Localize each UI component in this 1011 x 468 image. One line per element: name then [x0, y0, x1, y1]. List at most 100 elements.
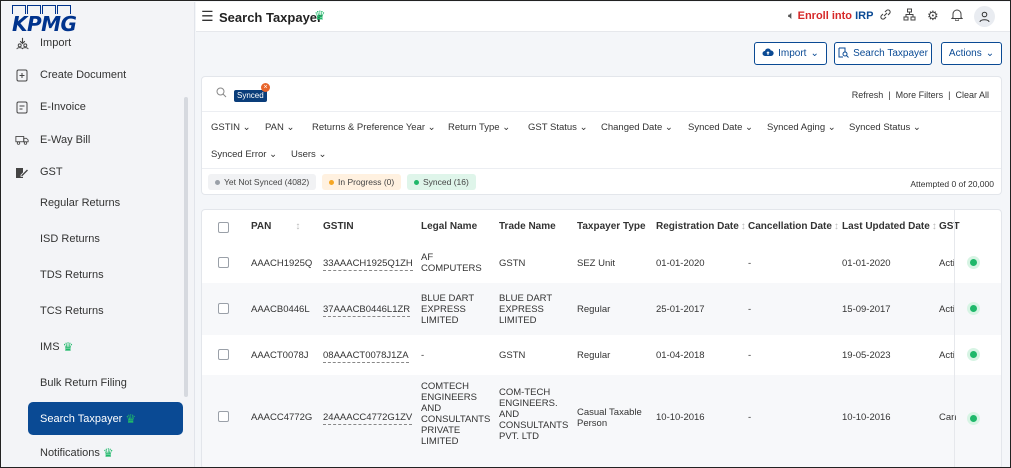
- gstin-link[interactable]: 24AAACC4772G1ZV: [323, 412, 413, 425]
- cell-pan: AAACH1925Q: [251, 258, 313, 269]
- sidebar-item-e-way-bill[interactable]: E-Way Bill: [2, 125, 187, 155]
- filter-pan[interactable]: PAN ⌄: [265, 122, 294, 133]
- column-header-cancellation-date[interactable]: Cancellation Date ↕: [748, 221, 839, 232]
- select-all-checkbox[interactable]: [218, 222, 229, 233]
- gstin-link[interactable]: 37AAACB0446L1ZR: [323, 304, 411, 317]
- quick-links: Refresh | More Filters | Clear All: [851, 90, 989, 100]
- sidebar-sub-item-tds-returns[interactable]: TDS Returns: [40, 260, 104, 290]
- search-taxpayer-button[interactable]: Search Taxpayer: [834, 42, 932, 65]
- status-dot: [414, 179, 419, 185]
- top-bar: ☰ Search Taxpayer ♛ 🔈︎ Enroll into IRP ⚙︎: [196, 2, 1010, 32]
- sort-icon[interactable]: ↕: [741, 221, 746, 232]
- filter-gstin[interactable]: GSTIN ⌄: [211, 122, 251, 133]
- cell-pan: AAACB0446L: [251, 304, 310, 315]
- sidebar-item-label: E-Way Bill: [40, 134, 91, 146]
- column-header-gstin[interactable]: GSTIN: [323, 221, 354, 232]
- row-checkbox[interactable]: [218, 257, 229, 268]
- sub-item-label: Notifications: [40, 447, 100, 459]
- search-taxpayer-button-label: Search Taxpayer: [853, 48, 928, 59]
- more-filters-link[interactable]: More Filters: [896, 90, 944, 100]
- sub-item-label: TCS Returns: [40, 305, 104, 317]
- filter-synced-date[interactable]: Synced Date ⌄: [688, 122, 753, 133]
- column-header-taxpayer-type[interactable]: Taxpayer Type: [577, 221, 646, 232]
- row-checkbox[interactable]: [218, 349, 229, 360]
- filter-synced-aging[interactable]: Synced Aging ⌄: [767, 122, 836, 133]
- filter-synced-status[interactable]: Synced Status ⌄: [849, 122, 921, 133]
- sidebar-sub-item-bulk-return-filing[interactable]: Bulk Return Filing: [40, 368, 127, 398]
- hamburger-menu-icon[interactable]: ☰: [201, 8, 214, 25]
- filter-users[interactable]: Users ⌄: [291, 149, 326, 160]
- cell-last-updated-date: 10-10-2016: [842, 412, 891, 423]
- divider: [202, 111, 1001, 112]
- sort-icon[interactable]: ↕: [295, 221, 300, 232]
- enroll-irp-link[interactable]: 🔈︎ Enroll into IRP: [788, 10, 873, 23]
- taxpayer-table: PAN ↕ GSTIN Legal Name Trade Name Taxpaye…: [201, 209, 1002, 467]
- cell-registration-date: 10-10-2016: [656, 412, 705, 423]
- cell-legal-name: COMTECH ENGINEERS AND CONSULTANTS PRIVAT…: [421, 381, 491, 447]
- crown-icon: ♛: [314, 8, 326, 23]
- sort-icon[interactable]: ↕: [932, 221, 937, 232]
- synced-pill[interactable]: Synced (16): [407, 174, 476, 190]
- filter-changed-date[interactable]: Changed Date ⌄: [601, 122, 673, 133]
- cell-gstin[interactable]: 33AAACH1925Q1ZH: [323, 258, 413, 271]
- cell-gstin[interactable]: 24AAACC4772G1ZV: [323, 412, 413, 425]
- sidebar-scrollbar[interactable]: [184, 97, 188, 397]
- sidebar-sub-item-tcs-returns[interactable]: TCS Returns: [40, 296, 104, 326]
- column-header-trade-name[interactable]: Trade Name: [499, 221, 556, 232]
- sidebar-item-import[interactable]: Import: [2, 28, 187, 58]
- sidebar-sub-item-search-taxpayer[interactable]: Search Taxpayer ♛: [28, 402, 183, 435]
- import-button[interactable]: Import ⌄: [754, 42, 827, 65]
- filter-synced-error[interactable]: Synced Error ⌄: [211, 149, 277, 160]
- cell-gstin[interactable]: 08AAACT0078J1ZA: [323, 350, 409, 363]
- filter-returns-preference-year[interactable]: Returns & Preference Year ⌄: [312, 122, 436, 133]
- sidebar-sub-item-notifications[interactable]: Notifications ♛: [40, 438, 114, 467]
- sidebar-sub-item-isd-returns[interactable]: ISD Returns: [40, 224, 100, 254]
- truck-icon: [15, 133, 29, 147]
- column-header-pan[interactable]: PAN ↕: [251, 221, 300, 232]
- cell-taxpayer-type: Regular: [577, 304, 611, 315]
- gstin-link[interactable]: 33AAACH1925Q1ZH: [323, 258, 413, 271]
- crown-icon: ♛: [62, 340, 74, 354]
- app-frame: KPMG Import Create Document E-Invoice E-…: [0, 0, 1011, 468]
- sub-item-label: ISD Returns: [40, 233, 100, 245]
- cell-trade-name: BLUE DART EXPRESS LIMITED: [499, 293, 552, 326]
- row-checkbox[interactable]: [218, 411, 229, 422]
- user-avatar-icon[interactable]: [974, 6, 995, 27]
- hierarchy-icon[interactable]: [903, 8, 916, 24]
- column-header-registration-date[interactable]: Registration Date ↕: [656, 221, 746, 232]
- not-synced-pill[interactable]: Yet Not Synced (4082): [208, 174, 317, 190]
- bell-icon[interactable]: [950, 8, 964, 24]
- filter-gst-status[interactable]: GST Status ⌄: [528, 122, 588, 133]
- sort-icon[interactable]: ↕: [834, 221, 839, 232]
- filter-label: Synced Error: [211, 149, 267, 160]
- cloud-upload-icon: [762, 47, 774, 60]
- cell-gst-status: Acti: [939, 304, 955, 315]
- link-icon[interactable]: [879, 8, 892, 24]
- table-row[interactable]: AAACH1925Q 33AAACH1925Q1ZH AF COMPUTERS …: [202, 243, 1001, 283]
- table-row[interactable]: AAACC4772G 24AAACC4772G1ZV COMTECH ENGIN…: [202, 375, 1001, 467]
- sidebar-item-e-invoice[interactable]: E-Invoice: [2, 92, 187, 122]
- table-row[interactable]: AAACB0446L 37AAACB0446L1ZR BLUE DART EXP…: [202, 283, 1001, 335]
- e-invoice-icon: [15, 100, 29, 114]
- filter-return-type[interactable]: Return Type ⌄: [448, 122, 510, 133]
- sidebar-item-gst[interactable]: GST: [2, 157, 187, 187]
- actions-button[interactable]: Actions ⌄: [941, 42, 1002, 65]
- gstin-link[interactable]: 08AAACT0078J1ZA: [323, 350, 409, 363]
- refresh-link[interactable]: Refresh: [852, 90, 884, 100]
- cell-gstin[interactable]: 37AAACB0446L1ZR: [323, 304, 411, 317]
- active-filter-chip[interactable]: Synced: [234, 90, 267, 102]
- column-header-last-updated-date[interactable]: Last Updated Date ↕: [842, 221, 937, 232]
- sidebar-item-create-document[interactable]: Create Document: [2, 60, 187, 90]
- clear-all-link[interactable]: Clear All: [955, 90, 989, 100]
- in-progress-pill[interactable]: In Progress (0): [322, 174, 402, 190]
- column-header-legal-name[interactable]: Legal Name: [421, 221, 477, 232]
- table-row[interactable]: AAACT0078J 08AAACT0078J1ZA - GSTN Regula…: [202, 335, 1001, 375]
- settings-icon[interactable]: ⚙︎: [927, 8, 939, 24]
- sidebar-sub-item-regular-returns[interactable]: Regular Returns: [40, 188, 120, 218]
- row-checkbox[interactable]: [218, 303, 229, 314]
- header-label: Last Updated Date: [842, 221, 930, 232]
- cell-registration-date: 25-01-2017: [656, 304, 705, 315]
- remove-chip-icon[interactable]: ×: [261, 83, 270, 92]
- crown-icon: ♛: [125, 411, 137, 426]
- sidebar-sub-item-ims[interactable]: IMS ♛: [40, 332, 73, 362]
